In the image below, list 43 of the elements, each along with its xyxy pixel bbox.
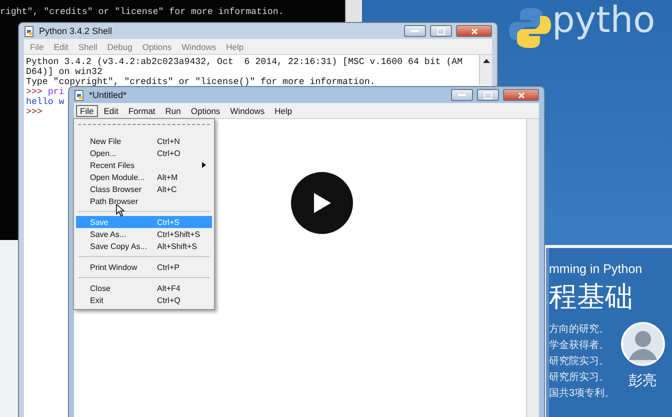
menu-item[interactable]: Options <box>186 104 224 116</box>
menu-entry[interactable]: Save Copy As... Alt+Shift+S <box>76 240 212 252</box>
menu-entry[interactable]: Print Window Ctrl+P <box>76 261 212 273</box>
slide-text: 学金获得者。 <box>549 338 610 352</box>
shell-line: >>> <box>26 107 42 117</box>
menu-item[interactable]: Windows <box>178 40 220 52</box>
shell-line: >>> pri <box>26 87 64 97</box>
logo-text: pytho <box>552 0 656 41</box>
shell-line: Python 3.4.2 (v3.4.2:ab2c023a9432, Oct 6 2014, 22:16:31) [MSC v.1600 64 bit (AM <box>26 57 463 67</box>
menu-entry[interactable]: Class Browser Alt+C <box>76 183 212 195</box>
menu-item[interactable]: Format <box>124 104 160 116</box>
menu-item[interactable]: Help <box>270 104 296 116</box>
shell-line: Type "copyright", "credits" or "license()" for more information. <box>26 77 376 87</box>
console-line: right", "credits" or "license" for more information. <box>0 6 285 17</box>
menu-entry[interactable]: Recent Files <box>76 159 212 171</box>
slide-subtitle: mming in Python <box>549 262 644 276</box>
shell-line: hello w <box>26 97 64 107</box>
menu-entry[interactable]: Path Browser <box>76 195 212 207</box>
menu-item[interactable]: Help <box>222 40 248 52</box>
menu-item[interactable]: Edit <box>50 40 72 52</box>
menu-entry[interactable]: Exit Ctrl+Q <box>76 294 212 306</box>
menu-item[interactable]: File <box>76 104 98 116</box>
menu-item[interactable]: Run <box>161 104 185 116</box>
menu-item[interactable]: Windows <box>226 104 269 116</box>
menu-item[interactable]: File <box>26 40 48 52</box>
slide-title: 程基础 <box>549 279 634 315</box>
window-title: Python 3.4.2 Shell <box>39 26 112 36</box>
menu-entry[interactable]: Open... Ctrl+O <box>76 147 212 159</box>
slide-text: 方向的研究。 <box>549 322 610 336</box>
menu-item[interactable]: Edit <box>100 104 122 116</box>
menu-item[interactable]: Options <box>138 40 176 52</box>
window-title: *Untitled* <box>89 90 127 100</box>
shell-line: D64)] on win32 <box>26 67 102 77</box>
author-name: 彭亮 <box>628 372 657 390</box>
menu-entry[interactable]: Save As... Ctrl+Shift+S <box>76 228 212 240</box>
menu-entry[interactable]: New File Ctrl+N <box>76 135 212 147</box>
menu-item[interactable]: Shell <box>74 40 102 52</box>
menu-entry[interactable]: Open Module... Alt+M <box>76 171 212 183</box>
menu-entry[interactable]: Close Alt+F4 <box>76 282 212 294</box>
slide-text: 国共3项专利。 <box>549 386 615 400</box>
slide-text: 研究院实习。 <box>549 354 610 368</box>
slide-text: 研究所实习。 <box>549 370 610 384</box>
menu-item[interactable]: Debug <box>103 40 136 52</box>
